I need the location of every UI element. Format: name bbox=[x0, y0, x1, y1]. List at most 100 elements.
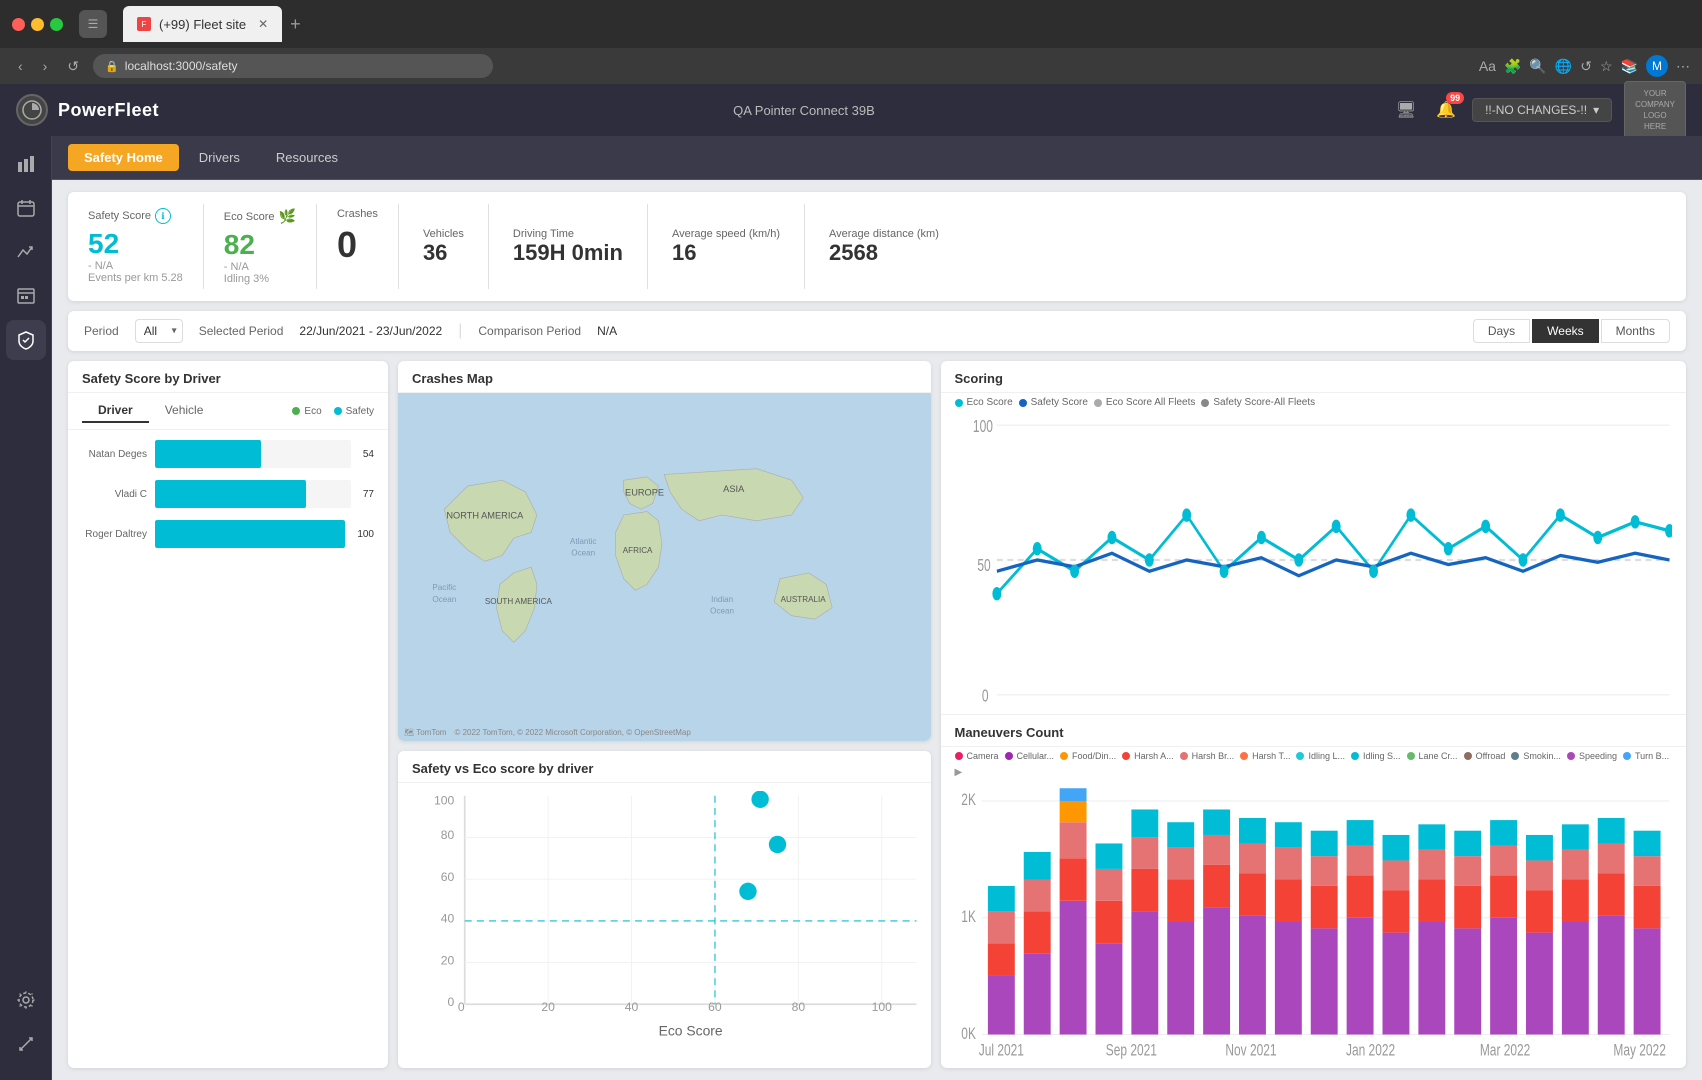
sidebar-item-trends[interactable] bbox=[6, 232, 46, 272]
no-changes-button[interactable]: !!-NO CHANGES-!! ▾ bbox=[1472, 98, 1612, 122]
back-button[interactable]: ‹ bbox=[12, 54, 29, 78]
sidebar-item-calendar[interactable] bbox=[6, 188, 46, 228]
months-button[interactable]: Months bbox=[1601, 319, 1670, 343]
eco-score-label: Eco Score 🌿 bbox=[224, 208, 296, 225]
eco-idling-label: Idling 3% bbox=[224, 273, 296, 285]
subnav-resources[interactable]: Resources bbox=[260, 144, 354, 171]
kpi-eco-score: Eco Score 🌿 82 - N/A Idling 3% bbox=[204, 204, 317, 289]
period-label: Period bbox=[84, 324, 119, 338]
app-body: Safety Home Drivers Resources Safety Sco… bbox=[0, 136, 1702, 1080]
bar-wrap-vladi bbox=[155, 480, 351, 508]
scatter-point-vladi bbox=[769, 836, 786, 853]
driver-tab-vehicle[interactable]: Vehicle bbox=[149, 399, 220, 423]
more-legend-icon[interactable]: ▶ bbox=[955, 767, 963, 778]
kpi-vehicles: Vehicles 36 bbox=[399, 204, 489, 289]
sidebar-item-tools[interactable] bbox=[6, 1024, 46, 1064]
legend-idling-s: Idling S... bbox=[1351, 751, 1401, 761]
sidebar-item-analytics[interactable] bbox=[6, 144, 46, 184]
legend-offroad: Offroad bbox=[1464, 751, 1506, 761]
tab-bar: F (+99) Fleet site ✕ + bbox=[123, 6, 305, 42]
period-select[interactable]: All bbox=[135, 319, 183, 343]
svg-text:20: 20 bbox=[441, 954, 455, 968]
main-content: Safety Home Drivers Resources Safety Sco… bbox=[52, 136, 1702, 1080]
scoring-chart-area: 100 50 0 bbox=[941, 410, 1687, 714]
indian-ocean-label: Indian bbox=[711, 595, 733, 604]
more-icon[interactable]: ⋯ bbox=[1676, 58, 1690, 75]
svg-text:Ocean: Ocean bbox=[432, 595, 456, 604]
notification-button[interactable]: 🔔 99 bbox=[1432, 96, 1460, 124]
avg-speed-value: 16 bbox=[672, 240, 780, 266]
refresh2-icon[interactable]: ↺ bbox=[1580, 58, 1592, 75]
svg-text:0: 0 bbox=[448, 995, 455, 1009]
eco-score-sub: - N/A bbox=[224, 261, 296, 273]
sidebar-toggle-icon[interactable]: ☰ bbox=[79, 10, 107, 38]
sidebar-item-schedule[interactable] bbox=[6, 276, 46, 316]
tab-close-button[interactable]: ✕ bbox=[258, 17, 268, 31]
browser-actions: Aa 🧩 🔍 🌐 ↺ ☆ 📚 M ⋯ bbox=[1479, 55, 1690, 77]
active-tab[interactable]: F (+99) Fleet site ✕ bbox=[123, 6, 282, 42]
svg-text:Ocean: Ocean bbox=[710, 606, 734, 615]
sidebar-item-settings[interactable] bbox=[6, 980, 46, 1020]
sidebar bbox=[0, 136, 52, 1080]
close-button[interactable] bbox=[12, 18, 25, 31]
globe-icon[interactable]: 🌐 bbox=[1555, 58, 1572, 75]
avg-distance-value: 2568 bbox=[829, 240, 939, 266]
traffic-lights bbox=[12, 18, 63, 31]
header-actions: 🖥 🔔 99 !!-NO CHANGES-!! ▾ YOUR COMPANY L… bbox=[1392, 81, 1686, 140]
star-icon[interactable]: ☆ bbox=[1600, 58, 1613, 75]
bar-row-natan: Natan Deges 54 bbox=[82, 440, 374, 468]
refresh-button[interactable]: ↺ bbox=[61, 54, 85, 79]
selected-period-label: Selected Period bbox=[199, 324, 284, 338]
profile-icon[interactable]: M bbox=[1646, 55, 1668, 77]
world-map-svg: NORTH AMERICA SOUTH AMERICA EUROPE AFRIC… bbox=[398, 393, 931, 741]
scatter-container: 0 20 40 60 80 100 0 20 40 60 bbox=[398, 783, 931, 1068]
monitor-icon[interactable]: 🖥 bbox=[1392, 96, 1420, 124]
new-tab-button[interactable]: + bbox=[286, 10, 305, 39]
maneuvers-svg: 2K 1K 0K bbox=[955, 784, 1673, 1060]
svg-text:40: 40 bbox=[441, 912, 455, 926]
maneuvers-section: Maneuvers Count Camera Cellular... Food/… bbox=[941, 715, 1687, 1068]
kpi-driving-time: Driving Time 159H 0min bbox=[489, 204, 648, 289]
svg-text:100: 100 bbox=[872, 1000, 893, 1014]
svg-text:100: 100 bbox=[434, 794, 455, 808]
app-container: PowerFleet QA Pointer Connect 39B 🖥 🔔 99… bbox=[0, 84, 1702, 1080]
address-bar[interactable]: 🔒 localhost:3000/safety bbox=[93, 54, 493, 78]
collection-icon[interactable]: 📚 bbox=[1621, 58, 1638, 75]
minimize-button[interactable] bbox=[31, 18, 44, 31]
subnav-safety-home[interactable]: Safety Home bbox=[68, 144, 179, 171]
maximize-button[interactable] bbox=[50, 18, 63, 31]
period-select-wrap[interactable]: All bbox=[135, 319, 183, 343]
search-browser-icon[interactable]: 🔍 bbox=[1529, 58, 1546, 75]
subnav-drivers[interactable]: Drivers bbox=[183, 144, 256, 171]
aA-icon[interactable]: Aa bbox=[1479, 58, 1496, 74]
svg-text:Ocean: Ocean bbox=[571, 549, 595, 558]
svg-text:40: 40 bbox=[625, 1000, 639, 1014]
driver-tab-driver[interactable]: Driver bbox=[82, 399, 149, 423]
safety-score-info-icon[interactable]: ℹ bbox=[155, 208, 171, 224]
no-changes-label: !!-NO CHANGES-!! bbox=[1485, 103, 1587, 117]
svg-text:Sep 2021: Sep 2021 bbox=[1105, 1042, 1156, 1060]
svg-text:80: 80 bbox=[441, 828, 455, 842]
legend-eco-all-fleets: Eco Score All Fleets bbox=[1094, 397, 1195, 408]
eco-score-value: 82 bbox=[224, 229, 296, 261]
scatter-point-roger bbox=[751, 791, 768, 808]
bar-row-roger: Roger Daltrey 100 bbox=[82, 520, 374, 548]
svg-text:0K: 0K bbox=[961, 1025, 976, 1044]
forward-button[interactable]: › bbox=[37, 54, 54, 78]
scoring-legend: Eco Score Safety Score Eco Score All Fle… bbox=[941, 393, 1687, 410]
scoring-section: Scoring Eco Score Safety Score bbox=[941, 361, 1687, 715]
dashboard: Safety Score ℹ 52 - N/A Events per km 5.… bbox=[52, 180, 1702, 1080]
safety-events-label: Events per km 5.28 bbox=[88, 272, 183, 284]
bar-wrap-roger bbox=[155, 520, 345, 548]
days-button[interactable]: Days bbox=[1473, 319, 1530, 343]
crashes-label: Crashes bbox=[337, 208, 378, 220]
browser-chrome: ☰ F (+99) Fleet site ✕ + bbox=[0, 0, 1702, 48]
sidebar-item-safety[interactable] bbox=[6, 320, 46, 360]
legend-harsh-br: Harsh Br... bbox=[1180, 751, 1235, 761]
weeks-button[interactable]: Weeks bbox=[1532, 319, 1598, 343]
scatter-chart-title: Safety vs Eco score by driver bbox=[398, 751, 931, 783]
south-america-label: SOUTH AMERICA bbox=[485, 597, 553, 606]
extensions-icon[interactable]: 🧩 bbox=[1504, 58, 1521, 75]
legend-harsh-a: Harsh A... bbox=[1122, 751, 1174, 761]
europe-label: EUROPE bbox=[625, 487, 664, 497]
